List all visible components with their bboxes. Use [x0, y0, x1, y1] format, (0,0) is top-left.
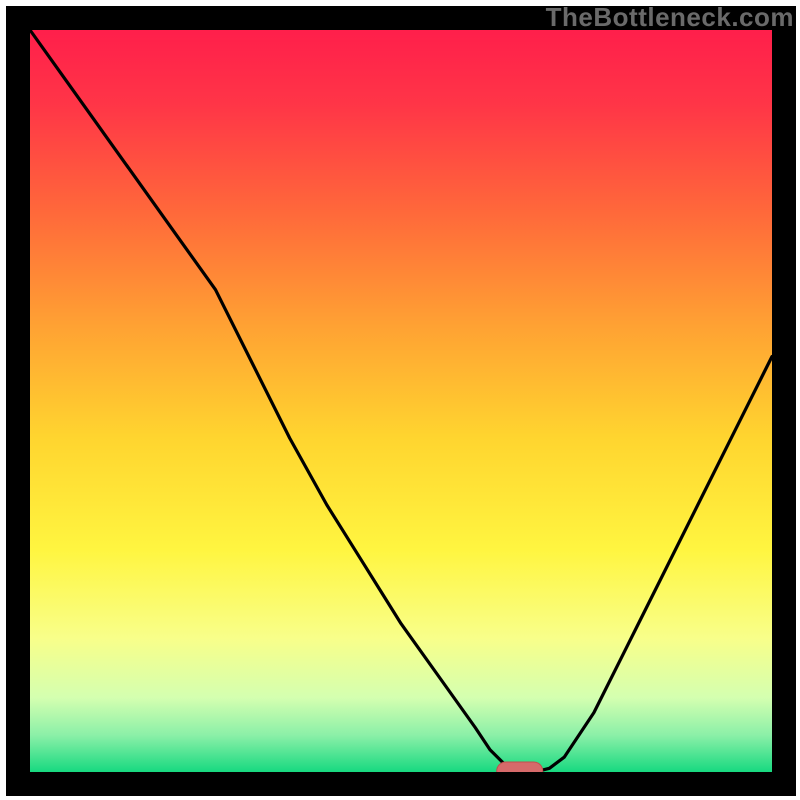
watermark-text: TheBottleneck.com — [546, 2, 794, 33]
gradient-background — [30, 30, 772, 772]
chart-container: TheBottleneck.com — [0, 0, 800, 800]
bottleneck-chart-svg — [0, 0, 800, 800]
